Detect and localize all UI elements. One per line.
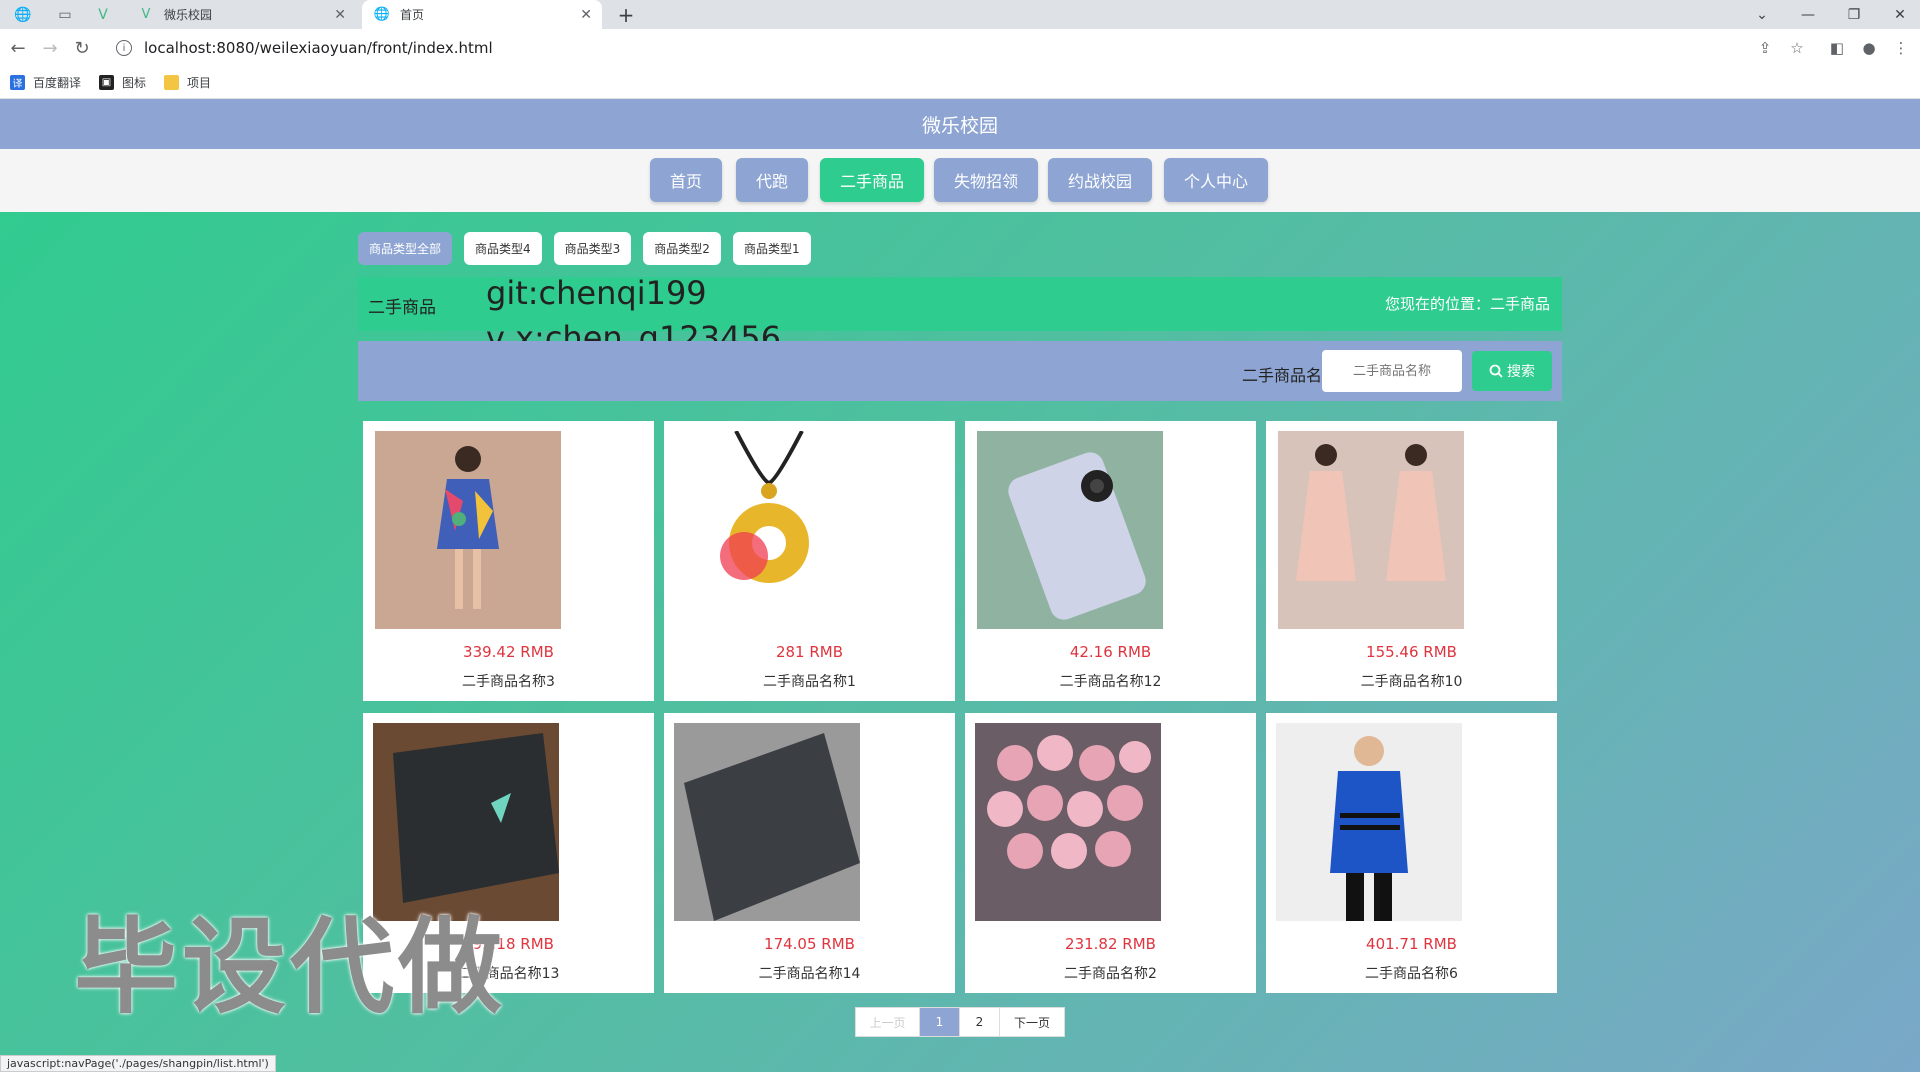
search-button[interactable]: 搜索: [1472, 351, 1552, 391]
category-3[interactable]: 商品类型3: [553, 232, 632, 265]
bookmark-icons[interactable]: ▣ 图标: [99, 74, 146, 91]
product-price: 42.16 RMB: [1069, 643, 1152, 661]
nav-campus-battle[interactable]: 约战校园: [1048, 158, 1152, 202]
prev-page-button[interactable]: 上一页: [856, 1008, 920, 1036]
product-price: 155.46 RMB: [1366, 643, 1457, 661]
product-price: 401.71 RMB: [1366, 935, 1457, 953]
bookmark-baidu-translate[interactable]: 译 百度翻译: [10, 74, 81, 91]
close-window-button[interactable]: ✕: [1880, 0, 1920, 29]
product-card[interactable]: 281 RMB 二手商品名称1: [664, 421, 955, 701]
product-name: 二手商品名称6: [1365, 966, 1458, 982]
pagination: 上一页 1 2 下一页: [855, 1007, 1065, 1037]
rose-bouquet-photo: [975, 723, 1161, 921]
main-nav: 首页 代跑 二手商品 失物招领 约战校园 个人中心: [0, 149, 1920, 212]
blue-sweater-photo: [1276, 723, 1462, 921]
category-filters: 商品类型全部 商品类型4 商品类型3 商品类型2 商品类型1: [358, 232, 811, 265]
translate-icon: 译: [10, 75, 25, 90]
menu-icon[interactable]: ⋮: [1888, 35, 1914, 61]
product-card[interactable]: 174.05 RMB 二手商品名称14: [664, 713, 955, 993]
nav-home[interactable]: 首页: [650, 158, 722, 202]
tab-label: 微乐校园: [164, 8, 213, 22]
bookmarks-bar: 译 百度翻译 ▣ 图标 项目: [0, 67, 1920, 99]
nav-errand[interactable]: 代跑: [736, 158, 808, 202]
address-bar[interactable]: i localhost:8080/weilexiaoyuan/front/ind…: [106, 33, 1796, 63]
browser-toolbar: ← → ↻ i localhost:8080/weilexiaoyuan/fro…: [0, 29, 1920, 67]
nav-lost-found[interactable]: 失物招领: [934, 158, 1038, 202]
star-icon[interactable]: ☆: [1784, 35, 1810, 61]
nav-secondhand[interactable]: 二手商品: [820, 158, 924, 202]
gold-pendant-photo: [676, 431, 862, 629]
product-card[interactable]: 42.16 RMB 二手商品名称12: [965, 421, 1256, 701]
watermark-text: 毕设代做: [74, 906, 507, 1028]
tab-label: 首页: [400, 8, 425, 22]
bookmark-label: 百度翻译: [33, 76, 82, 90]
nav-personal-center[interactable]: 个人中心: [1164, 158, 1268, 202]
cursor-highlight: [720, 532, 768, 580]
globe-icon: 🌐: [373, 7, 391, 22]
url-text: localhost:8080/weilexiaoyuan/front/index…: [144, 39, 493, 57]
side-panel-icon[interactable]: ◧: [1824, 35, 1850, 61]
smartphone-photo: [977, 431, 1163, 629]
search-icon: [1489, 364, 1503, 378]
product-name: 二手商品名称2: [1064, 966, 1157, 982]
tab-search-icon[interactable]: ⌄: [1742, 0, 1782, 29]
status-bar: javascript:navPage('./pages/shangpin/lis…: [0, 1055, 276, 1072]
tab-weile-campus[interactable]: V 微乐校园 ✕: [126, 0, 356, 29]
bookmark-label: 项目: [187, 76, 212, 90]
overlay-line-git: git:chenqi199: [486, 274, 707, 312]
minimize-button[interactable]: —: [1788, 0, 1828, 29]
vue-tab-icon[interactable]: V: [82, 0, 124, 29]
search-bar: 二手商品名称 搜索: [358, 341, 1562, 401]
folder-icon: [164, 75, 180, 90]
category-4[interactable]: 商品类型4: [464, 232, 542, 265]
page-2-button[interactable]: 2: [960, 1008, 1000, 1036]
blank-tab-icon[interactable]: ▭: [44, 0, 86, 29]
back-button[interactable]: ←: [5, 35, 31, 61]
breadcrumb: 您现在的位置：二手商品: [1384, 295, 1550, 313]
pink-dress-photo: [1278, 431, 1464, 629]
product-name: 二手商品名称3: [462, 674, 555, 690]
profile-icon[interactable]: ●: [1856, 35, 1882, 61]
next-page-button[interactable]: 下一页: [1000, 1008, 1064, 1036]
globe-tab-icon[interactable]: 🌐: [2, 0, 44, 29]
page-1-button[interactable]: 1: [920, 1008, 960, 1036]
new-tab-button[interactable]: +: [612, 0, 640, 29]
black-laptop-photo: [674, 723, 860, 921]
site-title: 微乐校园: [0, 99, 1920, 149]
category-1[interactable]: 商品类型1: [732, 232, 811, 265]
browser-tab-strip: 🌐 ▭ V V 微乐校园 ✕ 🌐 首页 ✕ + ⌄ — ❐ ✕: [0, 0, 1920, 29]
product-name: 二手商品名称12: [1059, 674, 1162, 690]
forward-button[interactable]: →: [37, 35, 63, 61]
product-price: 281 RMB: [775, 643, 844, 661]
bookmark-project[interactable]: 项目: [164, 74, 211, 91]
product-name: 二手商品名称14: [758, 966, 861, 982]
section-label: 二手商品: [368, 298, 436, 318]
tab-home[interactable]: 🌐 首页 ✕: [362, 0, 602, 29]
product-price: 339.42 RMB: [463, 643, 554, 661]
product-card[interactable]: 155.46 RMB 二手商品名称10: [1266, 421, 1557, 701]
product-price: 174.05 RMB: [764, 935, 855, 953]
product-card[interactable]: 401.71 RMB 二手商品名称6: [1266, 713, 1557, 993]
close-tab-icon[interactable]: ✕: [334, 7, 346, 23]
restore-button[interactable]: ❐: [1834, 0, 1874, 29]
product-name: 二手商品名称10: [1360, 674, 1463, 690]
floral-dress-photo: [375, 431, 561, 629]
image-icon: ▣: [99, 75, 115, 90]
product-card[interactable]: 231.82 RMB 二手商品名称2: [965, 713, 1256, 993]
close-tab-icon[interactable]: ✕: [580, 7, 592, 23]
category-all[interactable]: 商品类型全部: [358, 232, 453, 265]
reload-button[interactable]: ↻: [69, 35, 95, 61]
product-name: 二手商品名称1: [763, 674, 856, 690]
bookmark-label: 图标: [122, 76, 147, 90]
share-icon[interactable]: ⇪: [1752, 35, 1778, 61]
product-price: 231.82 RMB: [1065, 935, 1156, 953]
search-input[interactable]: [1322, 350, 1462, 392]
vue-logo-icon: V: [141, 7, 151, 22]
info-icon[interactable]: i: [116, 40, 132, 56]
search-button-label: 搜索: [1507, 364, 1535, 380]
product-card[interactable]: 339.42 RMB 二手商品名称3: [363, 421, 654, 701]
category-2[interactable]: 商品类型2: [643, 232, 721, 265]
